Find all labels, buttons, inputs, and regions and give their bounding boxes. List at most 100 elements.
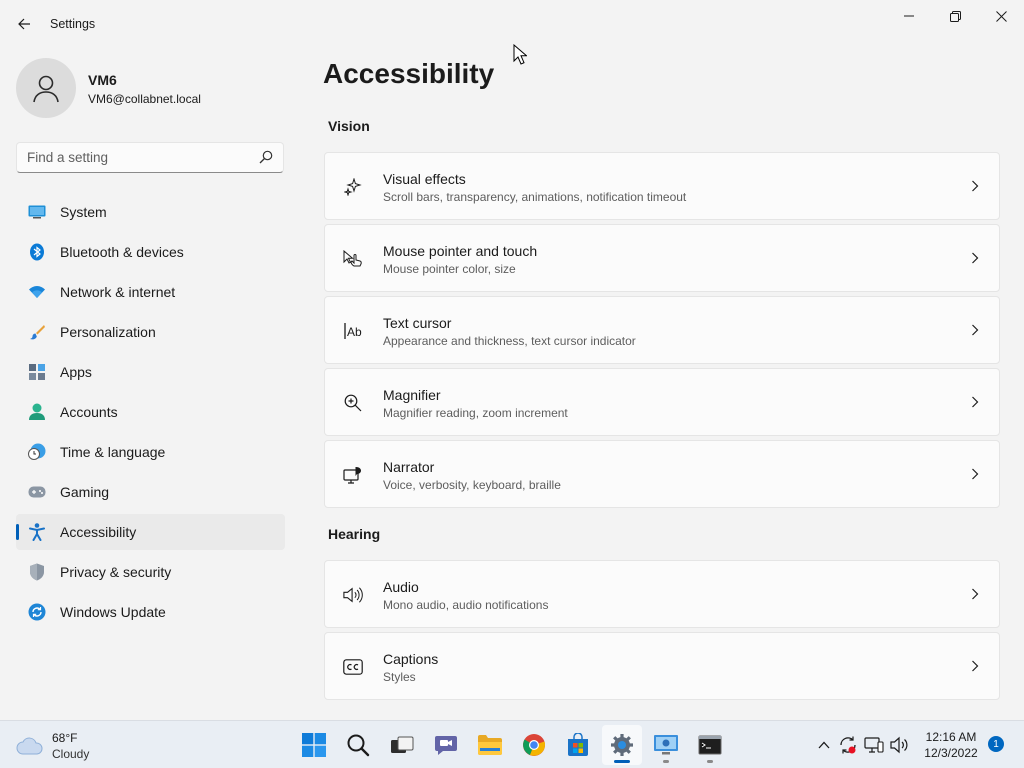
minimize-button[interactable] [886, 0, 932, 32]
remote-desktop-button[interactable] [646, 725, 686, 765]
sparkle-icon [343, 177, 363, 197]
chevron-right-icon [971, 395, 979, 413]
section-title-hearing: Hearing [328, 526, 381, 542]
back-button[interactable] [14, 14, 34, 34]
chat-icon [435, 736, 457, 755]
taskbar-search-button[interactable] [338, 725, 378, 765]
chevron-right-icon [971, 659, 979, 677]
sidebar-item-time-language[interactable]: Time & language [16, 434, 285, 470]
settings-search[interactable] [16, 142, 284, 173]
task-view-icon [391, 736, 414, 753]
user-name: VM6 [88, 72, 117, 88]
update-icon [27, 602, 47, 622]
card-subtitle: Voice, verbosity, keyboard, braille [383, 478, 561, 492]
sidebar-item-system[interactable]: System [16, 194, 285, 230]
chrome-button[interactable] [514, 725, 554, 765]
task-view-button[interactable] [382, 725, 422, 765]
close-icon [995, 10, 1007, 22]
gamepad-icon [27, 482, 47, 502]
card-subtitle: Mouse pointer color, size [383, 262, 516, 276]
weather-description: Cloudy [52, 747, 90, 761]
terminal-button[interactable] [690, 725, 730, 765]
active-app-indicator [614, 760, 630, 763]
cloud-icon [16, 737, 44, 760]
card-subtitle: Styles [383, 670, 416, 684]
card-mouse-pointer-touch[interactable]: Mouse pointer and touch Mouse pointer co… [324, 224, 1000, 292]
clock-date: 12/3/2022 [924, 746, 978, 760]
settings-taskbar-button[interactable] [602, 725, 642, 765]
system-clock[interactable]: 12:16 AM 12/3/2022 [918, 729, 984, 761]
microsoft-store-button[interactable] [558, 725, 598, 765]
sync-icon[interactable] [838, 735, 858, 755]
card-text-cursor[interactable]: Ab Text cursor Appearance and thickness,… [324, 296, 1000, 364]
clock-time: 12:16 AM [925, 730, 977, 744]
network-wired-icon[interactable] [864, 735, 884, 755]
weather-widget[interactable]: 68°F Cloudy [16, 729, 136, 763]
card-audio[interactable]: Audio Mono audio, audio notifications [324, 560, 1000, 628]
shield-icon [27, 562, 47, 582]
sidebar-item-windows-update[interactable]: Windows Update [16, 594, 285, 630]
sidebar-item-label: Bluetooth & devices [60, 244, 184, 260]
card-title: Narrator [383, 459, 435, 475]
accessibility-icon [27, 522, 47, 542]
card-title: Magnifier [383, 387, 441, 403]
clock-globe-icon [27, 442, 47, 462]
apps-icon [27, 362, 47, 382]
card-title: Text cursor [383, 315, 452, 331]
card-captions[interactable]: Captions Styles [324, 632, 1000, 700]
search-input[interactable] [17, 143, 247, 172]
sidebar-item-gaming[interactable]: Gaming [16, 474, 285, 510]
mouse-cursor-icon [513, 43, 528, 71]
card-subtitle: Scroll bars, transparency, animations, n… [383, 190, 687, 204]
card-subtitle: Appearance and thickness, text cursor in… [383, 334, 636, 348]
card-subtitle: Mono audio, audio notifications [383, 598, 549, 612]
taskbar: 68°F Cloudy 12:16 AM 12/3/2022 1 [0, 720, 1024, 768]
pointer-touch-icon [343, 249, 363, 269]
section-title-vision: Vision [328, 118, 370, 134]
sidebar-item-label: Accessibility [60, 524, 137, 540]
search-icon[interactable] [259, 150, 273, 169]
sidebar-item-label: Apps [60, 364, 92, 380]
card-subtitle: Magnifier reading, zoom increment [383, 406, 568, 420]
sidebar-nav: System Bluetooth & devices Network & int… [16, 194, 285, 634]
terminal-icon [698, 735, 722, 755]
volume-icon[interactable] [890, 735, 910, 755]
teams-chat-button[interactable] [426, 725, 466, 765]
card-title: Audio [383, 579, 419, 595]
gear-icon [611, 734, 633, 756]
card-title: Mouse pointer and touch [383, 243, 538, 259]
sidebar-item-personalization[interactable]: Personalization [16, 314, 285, 350]
sidebar-item-network[interactable]: Network & internet [16, 274, 285, 310]
magnifier-icon [343, 393, 363, 413]
notification-badge[interactable]: 1 [988, 736, 1004, 752]
folder-icon [478, 735, 502, 755]
card-narrator[interactable]: Narrator Voice, verbosity, keyboard, bra… [324, 440, 1000, 508]
page-title: Accessibility [323, 58, 495, 89]
sidebar-item-apps[interactable]: Apps [16, 354, 285, 390]
window-title: Settings [50, 17, 96, 31]
sidebar-item-label: System [60, 204, 107, 220]
bluetooth-icon [27, 242, 47, 262]
close-button[interactable] [978, 0, 1024, 32]
card-visual-effects[interactable]: Visual effects Scroll bars, transparency… [324, 152, 1000, 220]
narrator-icon [343, 465, 363, 485]
windows-logo-icon [302, 733, 326, 757]
file-explorer-button[interactable] [470, 725, 510, 765]
sidebar-item-bluetooth[interactable]: Bluetooth & devices [16, 234, 285, 270]
sidebar-item-privacy-security[interactable]: Privacy & security [16, 554, 285, 590]
svg-text:Ab: Ab [347, 325, 362, 339]
running-app-indicator [707, 760, 713, 763]
chevron-up-icon[interactable] [814, 735, 834, 755]
store-icon [568, 733, 588, 756]
speaker-icon [343, 585, 363, 605]
sidebar-item-accessibility[interactable]: Accessibility [16, 514, 285, 550]
sidebar-item-accounts[interactable]: Accounts [16, 394, 285, 430]
user-profile[interactable]: VM6 VM6@collabnet.local [16, 58, 286, 118]
sidebar-item-label: Gaming [60, 484, 110, 500]
restore-button[interactable] [932, 0, 978, 32]
card-magnifier[interactable]: Magnifier Magnifier reading, zoom increm… [324, 368, 1000, 436]
avatar [16, 58, 76, 118]
restore-icon [949, 10, 961, 22]
start-button[interactable] [294, 725, 334, 765]
chrome-icon [523, 734, 545, 756]
